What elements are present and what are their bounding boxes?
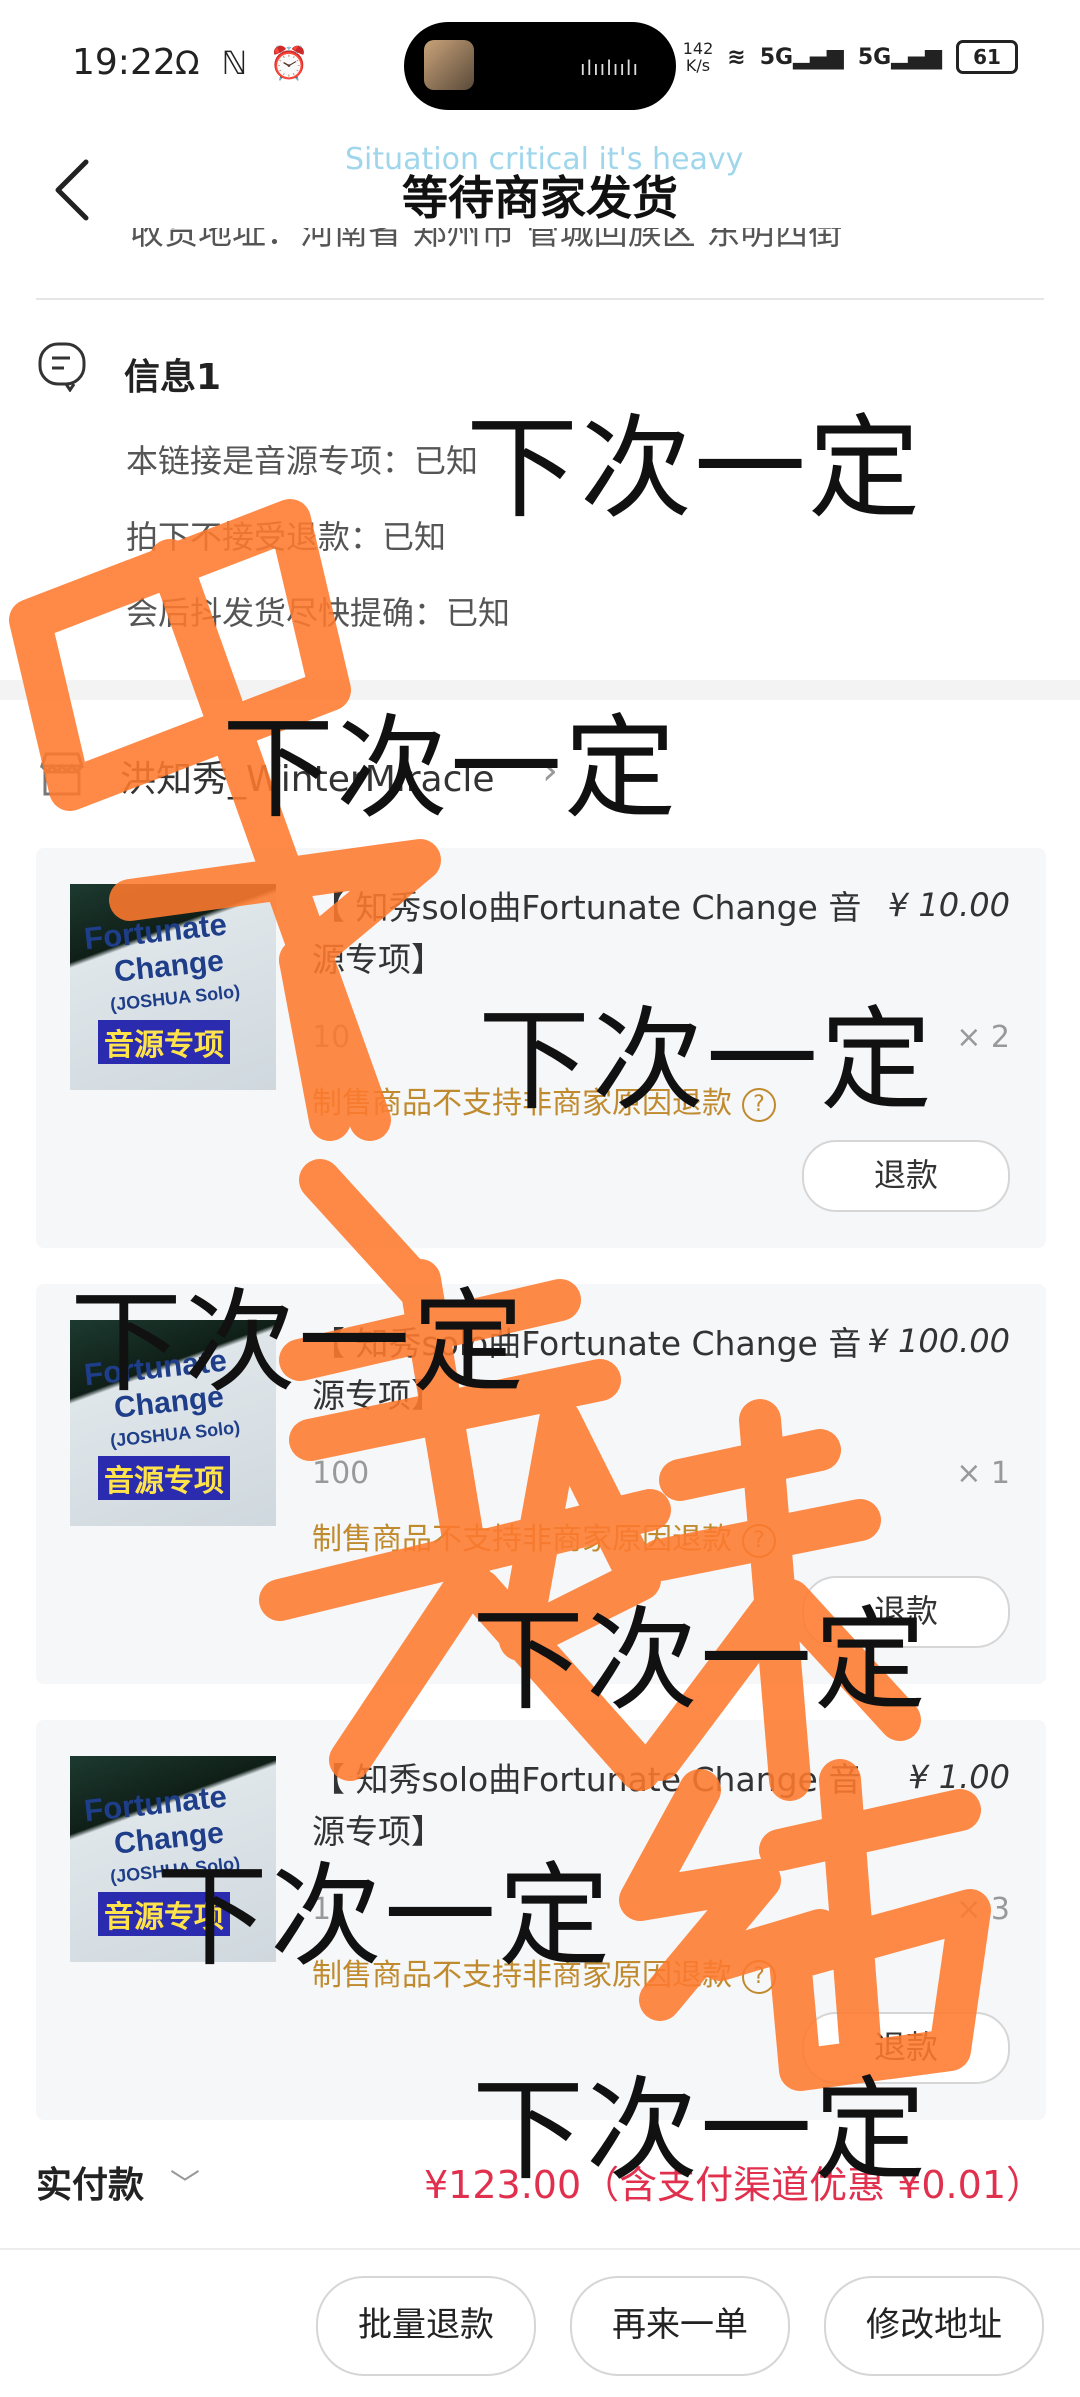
- chevron-down-icon[interactable]: ﹀: [170, 2160, 200, 2204]
- status-right: 142 K/s ≋ 5G▂▄▆ 5G▂▄▆ 61: [683, 40, 1018, 74]
- product-price: ¥ 1.00: [908, 1758, 1010, 1796]
- reorder-button[interactable]: 再来一单: [570, 2276, 790, 2376]
- product-price: ¥ 10.00: [887, 886, 1010, 924]
- divider: [0, 2248, 1080, 2250]
- info-line: 会后抖发货尽快提确：已知: [126, 594, 511, 632]
- product-thumbnail[interactable]: Fortunate Change (JOSHUA Solo) 音源专项: [70, 884, 276, 1090]
- floating-lyrics: Situation critical it's heavy: [345, 142, 744, 177]
- thumb-text: 音源专项: [98, 1456, 230, 1500]
- network-speed: 142 K/s: [683, 40, 714, 74]
- status-left-icons: Ω ℕ ⏰: [175, 44, 316, 82]
- watermark-text: 下次一定: [472, 1596, 928, 1726]
- battery-icon: 61: [956, 40, 1018, 74]
- watermark-text: 下次一定: [222, 704, 678, 834]
- product-spec: 10: [312, 1020, 351, 1055]
- watermark-text: 下次一定: [478, 996, 934, 1126]
- batch-refund-button[interactable]: 批量退款: [316, 2276, 536, 2376]
- product-quantity: × 3: [956, 1892, 1010, 1927]
- info-line: 拍下不接受退款：已知: [126, 518, 447, 556]
- watermark-text: 下次一定: [70, 1278, 526, 1408]
- refund-policy-note: 制售商品不支持非商家原因退款?: [312, 1514, 776, 1558]
- wifi-icon: ≋: [727, 44, 746, 70]
- signal-icon-2: 5G▂▄▆: [857, 44, 942, 70]
- watermark-text: 下次一定: [472, 2066, 928, 2196]
- store-icon: [39, 752, 85, 796]
- total-label[interactable]: 实付款: [36, 2156, 144, 2208]
- status-time: 19:22: [72, 42, 176, 83]
- product-quantity: × 2: [956, 1020, 1010, 1055]
- info-title: 信息1: [124, 357, 222, 398]
- watermark-text: 下次一定: [156, 1852, 612, 1982]
- product-price: ¥ 100.00: [867, 1322, 1011, 1360]
- signal-icon-1: 5G▂▄▆: [759, 44, 844, 70]
- info-line: 本链接是音源专项：已知: [126, 442, 479, 480]
- thumb-text: 音源专项: [98, 1020, 230, 1064]
- address-text: 收货地址：河南省 郑州市 管城回族区 东明西街: [130, 228, 843, 253]
- audio-wave-icon: ılıılıılı: [580, 56, 640, 80]
- now-playing-artwork: [424, 40, 474, 90]
- network-speed-unit: K/s: [685, 56, 711, 75]
- divider: [36, 298, 1044, 300]
- refund-button[interactable]: 退款: [802, 1140, 1010, 1212]
- refund-policy-text: 制售商品不支持非商家原因退款: [312, 1522, 732, 1557]
- change-address-button[interactable]: 修改地址: [824, 2276, 1044, 2376]
- signal-label-2: 5G: [857, 44, 892, 70]
- product-spec: 100: [312, 1456, 370, 1491]
- dynamic-island[interactable]: ılıılıılı: [404, 22, 676, 110]
- signal-label-1: 5G: [759, 44, 794, 70]
- status-bar: 19:22 Ω ℕ ⏰ ılıılıılı 142 K/s ≋ 5G▂▄▆ 5G…: [0, 0, 1080, 130]
- help-icon[interactable]: ?: [742, 1523, 776, 1558]
- message-icon: [38, 342, 86, 392]
- product-quantity: × 1: [956, 1456, 1010, 1491]
- watermark-text: 下次一定: [466, 404, 922, 534]
- network-speed-value: 142: [682, 39, 714, 58]
- help-icon[interactable]: ?: [742, 1959, 776, 1994]
